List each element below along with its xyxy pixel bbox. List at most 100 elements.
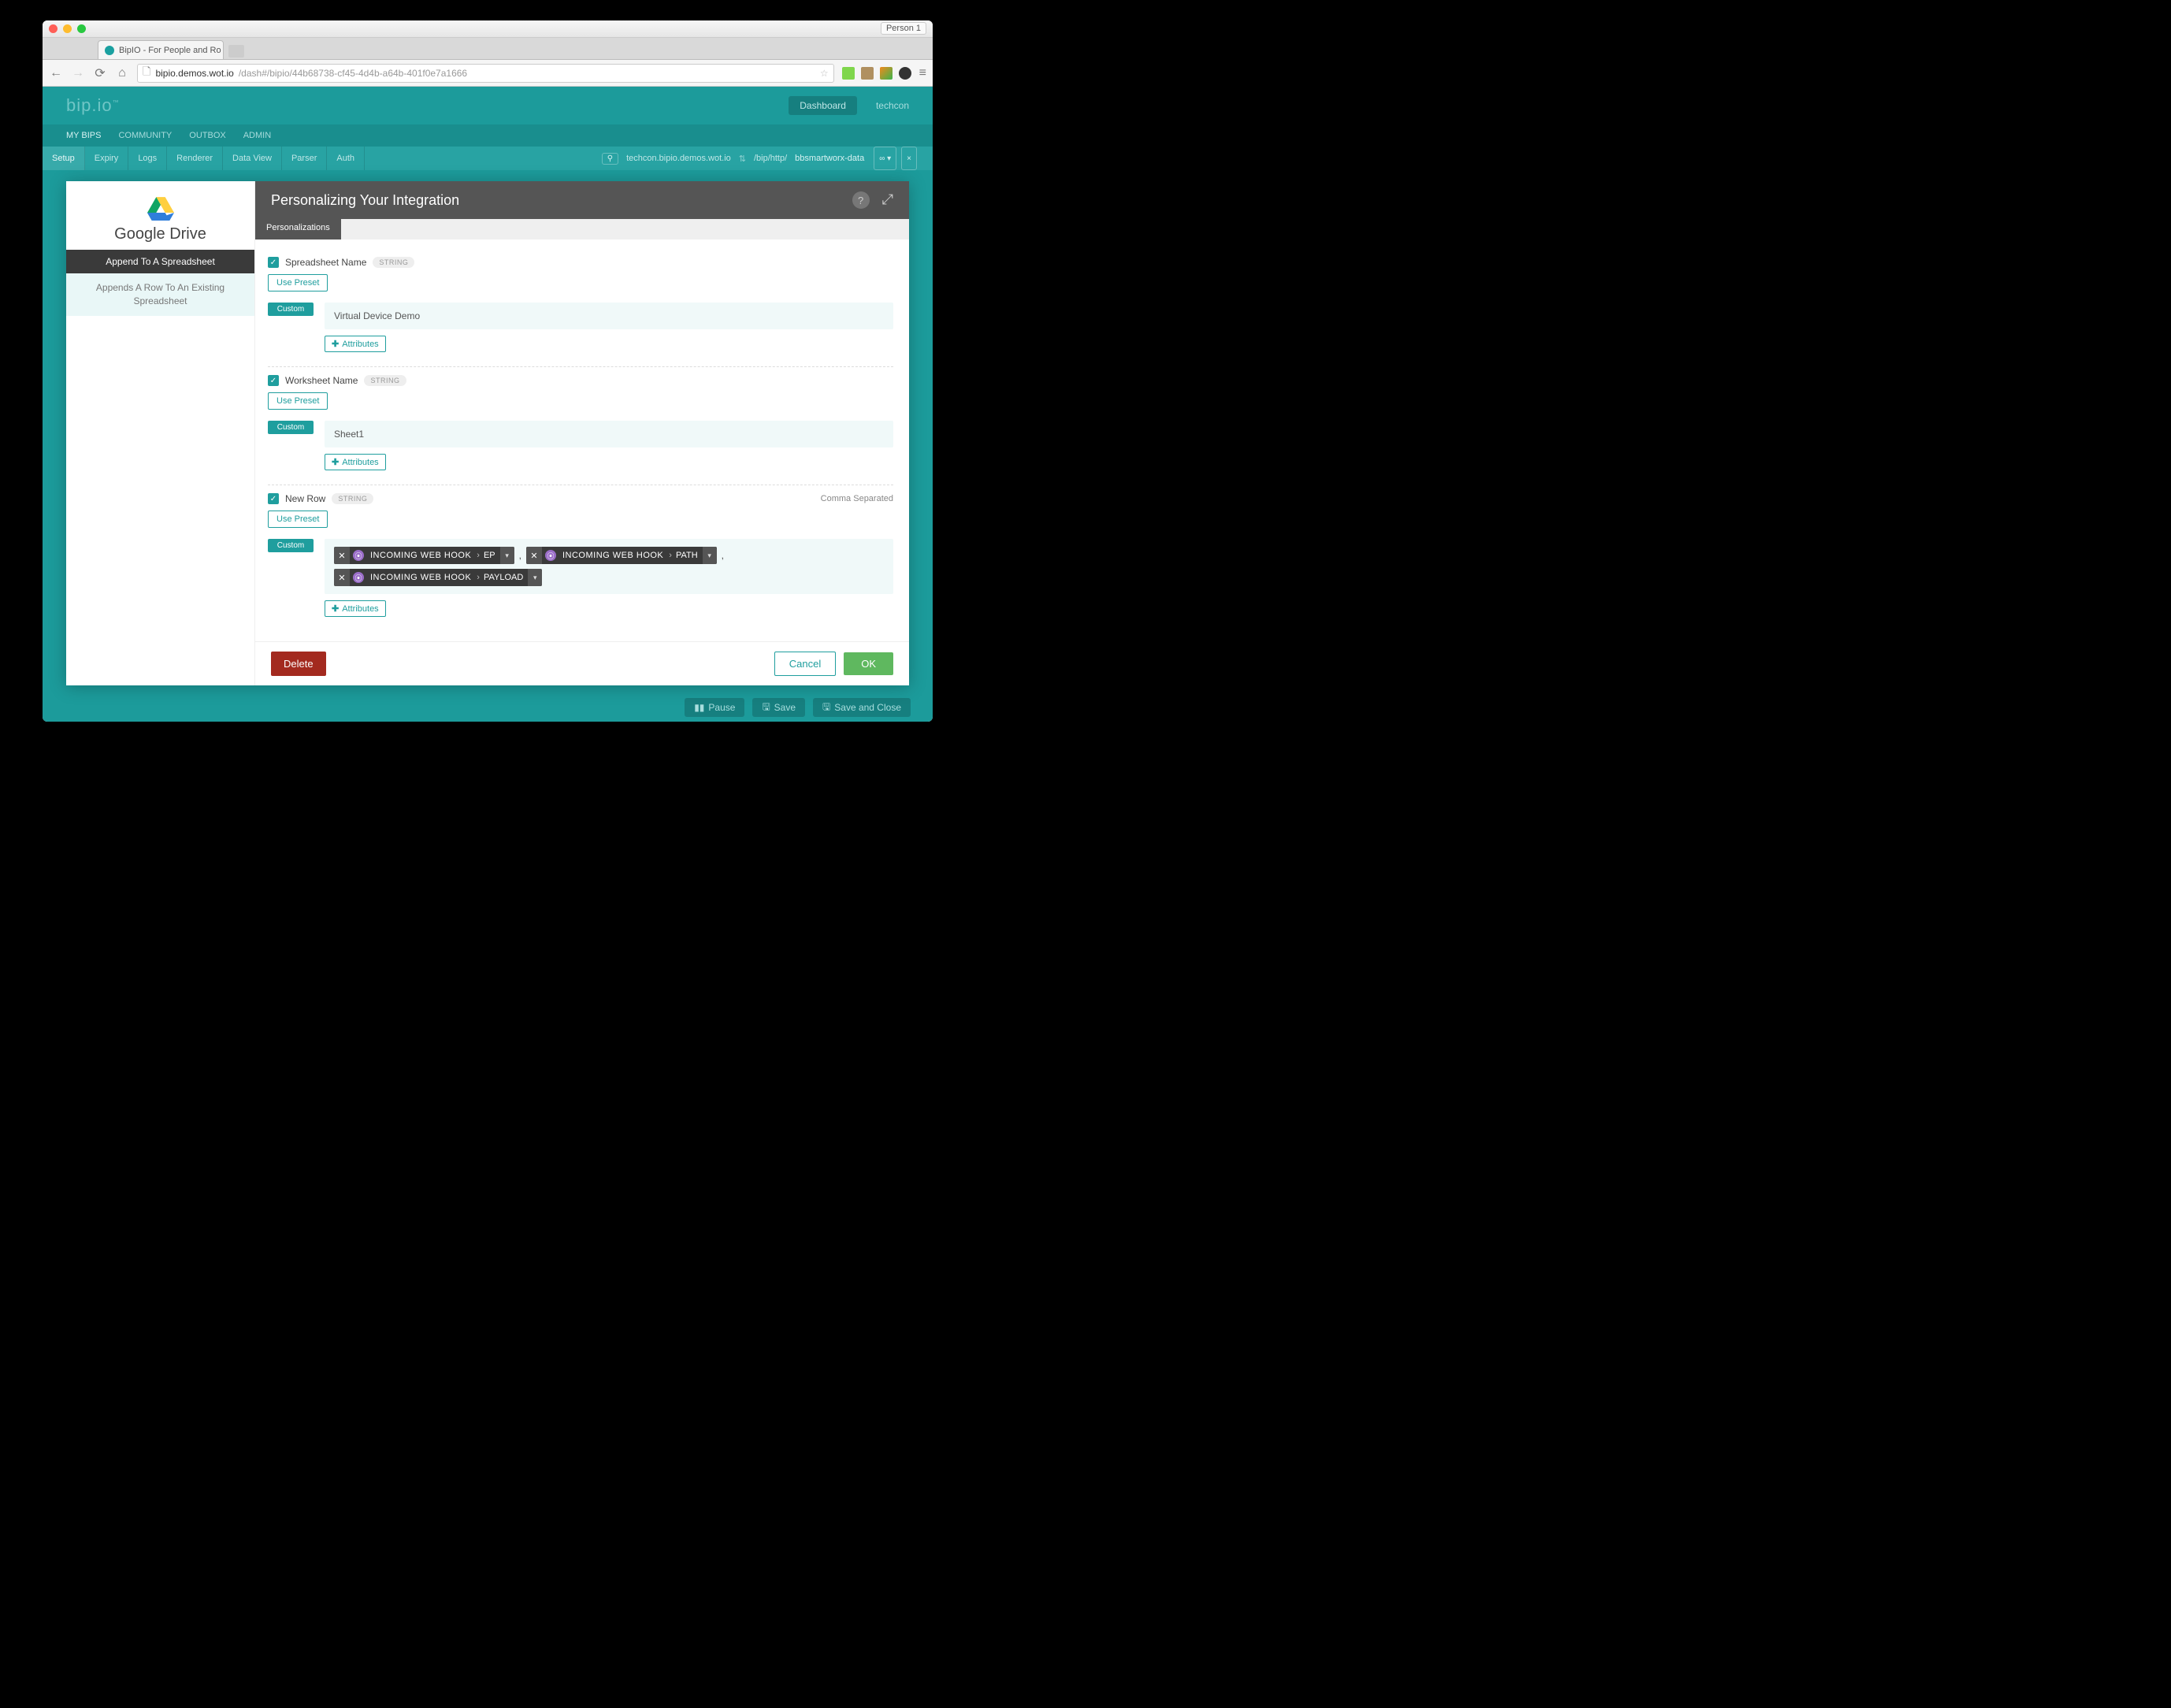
- type-pill: STRING: [373, 257, 414, 268]
- endpoint-host: techcon.bipio.demos.wot.io: [626, 154, 731, 163]
- tab-title: BipIO - For People and Ro: [119, 46, 221, 55]
- close-window-icon[interactable]: [49, 24, 58, 33]
- extension-icon[interactable]: [861, 67, 874, 80]
- extension-icon[interactable]: [842, 67, 855, 80]
- url-domain: bipio.demos.wot.io: [155, 68, 233, 79]
- dashboard-button[interactable]: Dashboard: [789, 96, 857, 115]
- token-ep[interactable]: ✕ ⦿ INCOMING WEB HOOK › EP ▾: [334, 547, 514, 564]
- panel-footer: Delete Cancel OK: [255, 641, 909, 685]
- minimize-window-icon[interactable]: [63, 24, 72, 33]
- field-worksheet-name: ✓ Worksheet Name STRING Use Preset Custo…: [268, 367, 893, 485]
- tab-personalizations[interactable]: Personalizations: [255, 219, 341, 239]
- subtab-parser[interactable]: Parser: [282, 147, 327, 170]
- ok-button[interactable]: OK: [844, 652, 893, 675]
- type-pill: STRING: [332, 493, 373, 504]
- token-field: PAYLOAD: [482, 573, 528, 582]
- subtab-setup[interactable]: Setup: [43, 147, 85, 170]
- type-pill: STRING: [364, 375, 406, 386]
- spreadsheet-value-input[interactable]: Virtual Device Demo: [325, 303, 893, 329]
- checkbox-icon[interactable]: ✓: [268, 375, 279, 386]
- page-action-bar: ▮▮Pause 🖫Save 🖫Save and Close: [43, 693, 933, 722]
- integration-panel: Google Drive Append To A Spreadsheet App…: [66, 181, 909, 685]
- menu-icon[interactable]: ≡: [919, 66, 926, 80]
- app-header: bip.io™ Dashboard techcon: [43, 87, 933, 124]
- form-body: ✓ Spreadsheet Name STRING Use Preset Cus…: [255, 239, 909, 641]
- delete-button[interactable]: Delete: [271, 652, 326, 676]
- attributes-button[interactable]: ✚Attributes: [325, 600, 386, 617]
- chevron-right-icon: ›: [474, 551, 482, 560]
- checkbox-icon[interactable]: ✓: [268, 493, 279, 504]
- endpoint-value[interactable]: bbsmartworx-data: [795, 154, 864, 163]
- remove-token-icon[interactable]: ✕: [526, 547, 542, 564]
- token-dropdown-icon[interactable]: ▾: [528, 569, 542, 586]
- brand-logo[interactable]: bip.io™: [66, 95, 120, 116]
- use-preset-button[interactable]: Use Preset: [268, 274, 328, 291]
- nav-admin[interactable]: ADMIN: [243, 131, 271, 140]
- webhook-icon: ⦿: [353, 572, 364, 583]
- subtab-renderer[interactable]: Renderer: [167, 147, 223, 170]
- address-bar[interactable]: 🗋 bipio.demos.wot.io/dash#/bipio/44b6873…: [137, 64, 834, 83]
- token-path[interactable]: ✕ ⦿ INCOMING WEB HOOK › PATH ▾: [526, 547, 717, 564]
- pause-button[interactable]: ▮▮Pause: [685, 698, 744, 717]
- use-preset-button[interactable]: Use Preset: [268, 392, 328, 410]
- token-dropdown-icon[interactable]: ▾: [703, 547, 717, 564]
- token-source: INCOMING WEB HOOK: [367, 551, 474, 560]
- username-label[interactable]: techcon: [876, 100, 909, 111]
- profile-chip[interactable]: Person 1: [881, 22, 926, 35]
- page-icon: 🗋: [143, 65, 150, 82]
- browser-tab[interactable]: BipIO - For People and Ro ×: [98, 40, 224, 59]
- webhook-icon: ⦿: [353, 550, 364, 561]
- share-chip[interactable]: ∞ ▾: [874, 147, 896, 170]
- close-chip[interactable]: ×: [901, 147, 917, 170]
- field-label: New Row: [285, 493, 325, 504]
- brand-part-b: .io: [91, 95, 112, 115]
- field-new-row: ✓ New Row STRING Comma Separated Use Pre…: [268, 485, 893, 631]
- app-viewport: bip.io™ Dashboard techcon MY BIPS COMMUN…: [43, 87, 933, 722]
- extension-icon[interactable]: [899, 67, 911, 80]
- cancel-button[interactable]: Cancel: [774, 652, 836, 676]
- token-payload[interactable]: ✕ ⦿ INCOMING WEB HOOK › PAYLOAD ▾: [334, 569, 542, 586]
- url-path: /dash#/bipio/44b68738-cf45-4d4b-a64b-401…: [239, 68, 467, 79]
- remove-token-icon[interactable]: ✕: [334, 547, 350, 564]
- expand-icon[interactable]: ⤢: [882, 191, 893, 209]
- subtab-auth[interactable]: Auth: [327, 147, 365, 170]
- token-source: INCOMING WEB HOOK: [367, 573, 474, 582]
- home-button[interactable]: ⌂: [115, 66, 129, 80]
- panel-tabs: Personalizations: [255, 219, 909, 239]
- secondary-nav: Setup Expiry Logs Renderer Data View Par…: [43, 147, 933, 170]
- subtab-dataview[interactable]: Data View: [223, 147, 282, 170]
- save-icon: 🖫: [762, 700, 770, 716]
- link-chip[interactable]: ⚲: [602, 153, 618, 165]
- nav-outbox[interactable]: OUTBOX: [189, 131, 225, 140]
- worksheet-value-input[interactable]: Sheet1: [325, 421, 893, 447]
- save-and-close-button[interactable]: 🖫Save and Close: [813, 698, 911, 717]
- forward-button[interactable]: →: [71, 66, 85, 80]
- attributes-button[interactable]: ✚Attributes: [325, 336, 386, 352]
- subtab-expiry[interactable]: Expiry: [85, 147, 129, 170]
- traffic-lights: [49, 24, 86, 33]
- extension-icon[interactable]: [880, 67, 893, 80]
- action-description: Appends A Row To An Existing Spreadsheet: [66, 273, 254, 316]
- field-hint: Comma Separated: [821, 494, 893, 503]
- checkbox-icon[interactable]: ✓: [268, 257, 279, 268]
- bookmark-star-icon[interactable]: ☆: [820, 68, 829, 79]
- save-button[interactable]: 🖫Save: [752, 698, 805, 717]
- use-preset-button[interactable]: Use Preset: [268, 511, 328, 528]
- attributes-button[interactable]: ✚Attributes: [325, 454, 386, 470]
- right-panel: Personalizing Your Integration ? ⤢ Perso…: [255, 181, 909, 685]
- webhook-icon: ⦿: [545, 550, 556, 561]
- help-icon[interactable]: ?: [852, 191, 870, 209]
- fullscreen-window-icon[interactable]: [77, 24, 86, 33]
- newrow-value-input[interactable]: ✕ ⦿ INCOMING WEB HOOK › EP ▾ ,: [325, 539, 893, 594]
- nav-community[interactable]: COMMUNITY: [118, 131, 172, 140]
- subtab-logs[interactable]: Logs: [128, 147, 167, 170]
- nav-my-bips[interactable]: MY BIPS: [66, 131, 101, 140]
- token-dropdown-icon[interactable]: ▾: [500, 547, 514, 564]
- back-button[interactable]: ←: [49, 66, 63, 80]
- remove-token-icon[interactable]: ✕: [334, 569, 350, 586]
- separator: ,: [519, 550, 521, 561]
- reload-button[interactable]: ⟳: [93, 65, 107, 81]
- token-field: EP: [482, 551, 500, 560]
- new-tab-button[interactable]: [228, 45, 244, 58]
- field-spreadsheet-name: ✓ Spreadsheet Name STRING Use Preset Cus…: [268, 249, 893, 367]
